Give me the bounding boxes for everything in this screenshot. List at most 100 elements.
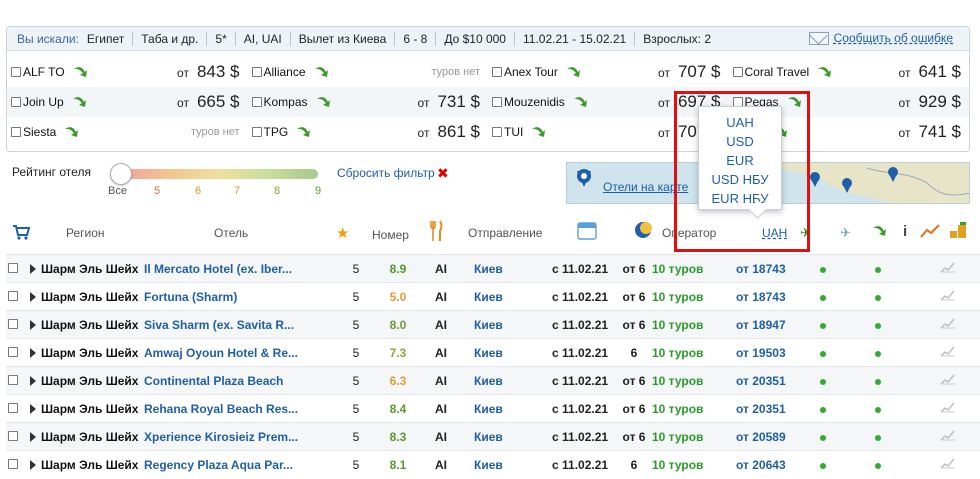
moon-nights-icon[interactable]: [634, 221, 652, 239]
operator-arrow-icon[interactable]: [566, 65, 582, 79]
star-icon[interactable]: ★: [336, 224, 349, 242]
flight-return-icon[interactable]: ✈: [840, 225, 851, 241]
operator-arrow-icon[interactable]: [314, 65, 330, 79]
operator-arrow-icon[interactable]: [72, 95, 88, 109]
operator-name[interactable]: ALF TO: [23, 65, 65, 79]
table-row[interactable]: Шарм Эль Шейх Regency Plaza Aqua Par... 5 8…: [6, 450, 980, 479]
row-price[interactable]: от 19503: [736, 346, 786, 360]
operator-price[interactable]: от 741 $: [899, 122, 961, 142]
operator-arrow-icon[interactable]: [531, 125, 547, 139]
operator-price[interactable]: от 665 $: [177, 92, 239, 112]
row-hotel-link[interactable]: Fortuna (Sharm): [144, 290, 237, 304]
row-hotel-link[interactable]: Amwaj Oyoun Hotel & Re...: [144, 346, 298, 360]
operator-arrow-icon[interactable]: [73, 65, 89, 79]
row-tours-count[interactable]: 10 туров: [652, 374, 703, 388]
operator-price[interactable]: от 641 $: [899, 62, 961, 82]
operator-checkbox[interactable]: [492, 97, 502, 107]
row-checkbox[interactable]: [8, 430, 18, 441]
operator-price[interactable]: от 843 $: [177, 62, 239, 82]
report-error-link[interactable]: Сообщить об ошибке: [834, 31, 953, 45]
meal-fork-knife-icon[interactable]: [430, 220, 444, 242]
price-history-icon[interactable]: [940, 401, 956, 413]
table-row[interactable]: Шарм Эль Шейх Rehana Royal Beach Res... 5 8…: [6, 394, 980, 423]
row-price[interactable]: от 20351: [736, 402, 786, 416]
row-price[interactable]: от 18743: [736, 290, 786, 304]
row-tours-count[interactable]: 10 туров: [652, 402, 703, 416]
row-hotel-link[interactable]: Rehana Royal Beach Res...: [144, 402, 298, 416]
cart-icon[interactable]: [12, 224, 30, 240]
row-tours-count[interactable]: 10 туров: [652, 318, 703, 332]
row-price[interactable]: от 20643: [736, 458, 786, 472]
operator-price[interactable]: от 731 $: [418, 92, 480, 112]
price-history-icon[interactable]: [940, 345, 956, 357]
operator-name[interactable]: Anex Tour: [504, 65, 558, 79]
row-checkbox[interactable]: [8, 290, 18, 301]
operator-checkbox[interactable]: [492, 127, 502, 137]
operator-name[interactable]: TPG: [264, 125, 289, 139]
operator-checkbox[interactable]: [492, 67, 502, 77]
rating-slider-track[interactable]: [120, 169, 318, 179]
row-price[interactable]: от 20351: [736, 374, 786, 388]
expand-arrow-icon[interactable]: [30, 403, 36, 414]
row-hotel-link[interactable]: Il Mercato Hotel (ex. Iber...: [144, 262, 292, 276]
calendar-icon[interactable]: [577, 220, 597, 240]
row-checkbox[interactable]: [8, 374, 18, 385]
currency-option[interactable]: UAH: [699, 113, 781, 132]
price-history-icon[interactable]: [940, 429, 956, 441]
operator-arrow-icon[interactable]: [64, 125, 80, 139]
row-checkbox[interactable]: [8, 402, 18, 413]
operator-name[interactable]: TUI: [504, 125, 523, 139]
reset-filter-close-icon[interactable]: ✖: [437, 165, 449, 182]
operator-name[interactable]: Mouzenidis: [504, 95, 565, 109]
price-chart-icon[interactable]: [920, 223, 940, 239]
operator-name[interactable]: Alliance: [264, 65, 306, 79]
expand-arrow-icon[interactable]: [30, 375, 36, 386]
operator-price[interactable]: от 707 $: [658, 62, 720, 82]
expand-arrow-icon[interactable]: [30, 347, 36, 358]
row-hotel-link[interactable]: Xperience Kirosieiz Prem...: [144, 430, 298, 444]
row-hotel-link[interactable]: Siva Sharm (ex. Savita R...: [144, 318, 294, 332]
price-history-icon[interactable]: [940, 289, 956, 301]
currency-option[interactable]: EUR: [699, 151, 781, 170]
row-departure-city[interactable]: Киев: [474, 402, 503, 416]
row-tours-count[interactable]: 10 туров: [652, 262, 703, 276]
expand-arrow-icon[interactable]: [30, 263, 36, 274]
operator-price[interactable]: от 929 $: [899, 92, 961, 112]
operator-checkbox[interactable]: [11, 67, 21, 77]
header-region[interactable]: Регион: [66, 226, 105, 240]
operator-name[interactable]: Join Up: [23, 95, 64, 109]
operator-arrow-icon[interactable]: [872, 224, 888, 238]
row-price[interactable]: от 20589: [736, 430, 786, 444]
row-tours-count[interactable]: 10 туров: [652, 458, 703, 472]
table-row[interactable]: Шарм Эль Шейх Siva Sharm (ex. Savita R...…: [6, 310, 980, 339]
table-row[interactable]: Шарм Эль Шейх Fortuna (Sharm) 5 5.0 AI Киев с …: [6, 282, 980, 311]
row-departure-city[interactable]: Киев: [474, 318, 503, 332]
operator-checkbox[interactable]: [251, 67, 262, 77]
header-hotel[interactable]: Отель: [214, 226, 248, 240]
currency-option[interactable]: USD НБУ: [699, 170, 781, 189]
row-price[interactable]: от 18947: [736, 318, 786, 332]
row-price[interactable]: от 18743: [736, 262, 786, 276]
currency-option[interactable]: USD: [699, 132, 781, 151]
operator-name[interactable]: Siesta: [23, 125, 56, 139]
operator-arrow-icon[interactable]: [817, 65, 833, 79]
operator-arrow-icon[interactable]: [573, 95, 589, 109]
row-departure-city[interactable]: Киев: [474, 346, 503, 360]
operator-checkbox[interactable]: [732, 67, 743, 77]
row-tours-count[interactable]: 10 туров: [652, 346, 703, 360]
row-hotel-link[interactable]: Continental Plaza Beach: [144, 374, 283, 388]
row-departure-city[interactable]: Киев: [474, 290, 503, 304]
row-checkbox[interactable]: [8, 458, 18, 469]
table-row[interactable]: Шарм Эль Шейх Il Mercato Hotel (ex. Iber.…: [6, 254, 980, 283]
report-error[interactable]: Сообщить об ошибке: [808, 31, 953, 45]
header-room[interactable]: Номер: [372, 228, 409, 242]
price-history-icon[interactable]: [940, 317, 956, 329]
expand-arrow-icon[interactable]: [30, 431, 36, 442]
price-history-icon[interactable]: [940, 457, 956, 469]
expand-arrow-icon[interactable]: [30, 459, 36, 470]
row-checkbox[interactable]: [8, 262, 18, 273]
expand-arrow-icon[interactable]: [30, 319, 36, 330]
operator-checkbox[interactable]: [11, 97, 21, 107]
rating-slider-handle[interactable]: [110, 163, 132, 185]
expand-arrow-icon[interactable]: [30, 291, 36, 302]
